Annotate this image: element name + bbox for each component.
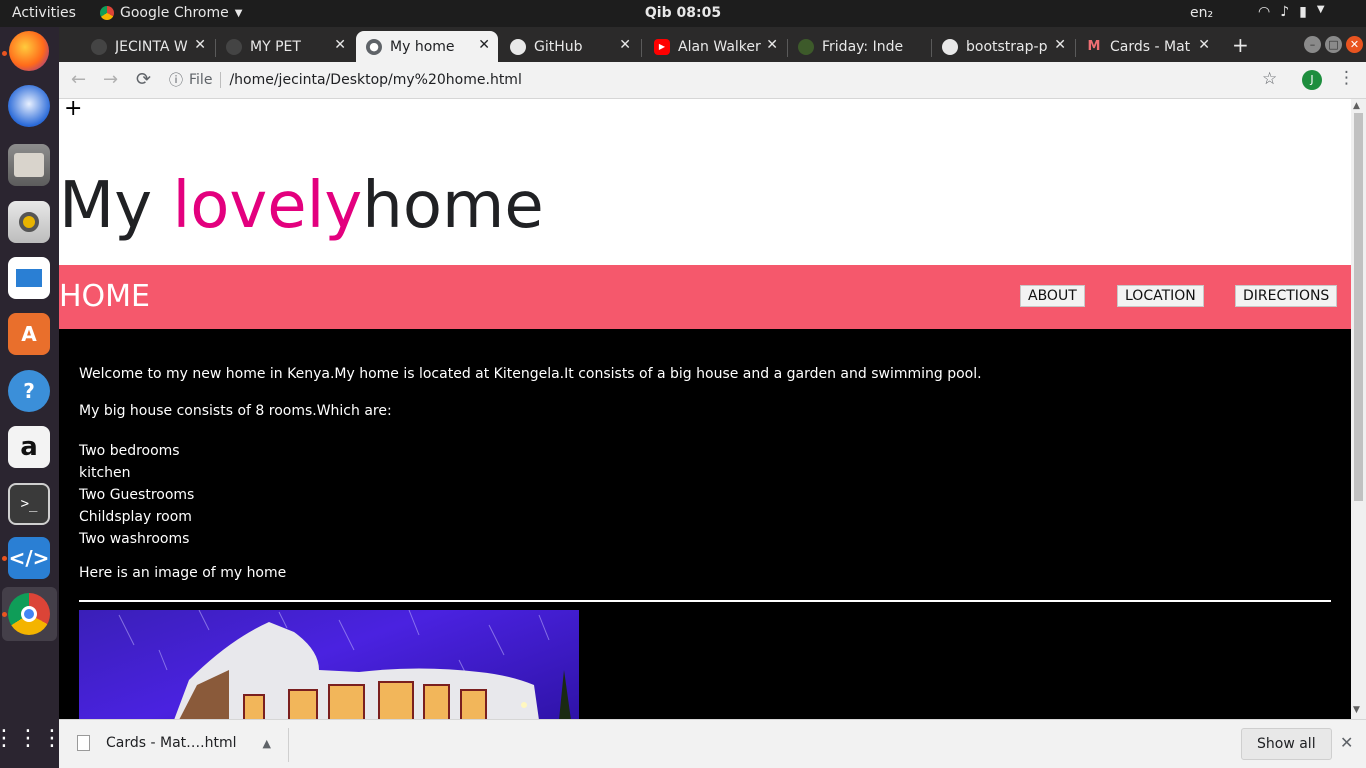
input-language[interactable]: en₂ <box>1190 5 1213 21</box>
terminal-icon[interactable]: >_ <box>8 483 50 525</box>
home-image <box>79 610 579 719</box>
scroll-down-arrow-icon[interactable]: ▼ <box>1353 705 1360 715</box>
chevron-down-icon: ▼ <box>1316 4 1325 15</box>
plus-text: + <box>64 99 83 121</box>
download-file-name: Cards - Mat….html <box>106 735 237 751</box>
running-indicator <box>2 51 7 56</box>
divider <box>288 728 289 762</box>
close-icon[interactable]: ✕ <box>194 37 206 53</box>
show-apps-icon[interactable]: ⋮⋮⋮ <box>0 717 63 759</box>
rhythmbox-icon[interactable] <box>8 201 50 243</box>
running-indicator <box>2 556 7 561</box>
youtube-icon: ▶ <box>654 38 670 55</box>
show-all-button[interactable]: Show all <box>1241 728 1332 760</box>
github-icon <box>942 38 958 55</box>
back-button[interactable]: ← <box>71 69 86 90</box>
new-tab-button[interactable]: + <box>1232 33 1249 57</box>
close-icon[interactable]: ✕ <box>1340 733 1353 752</box>
address-toolbar: ← → ⟳ ⓘ File /home/jecinta/Desktop/my%20… <box>59 62 1366 99</box>
system-top-bar: Activities Google Chrome ▼ Qib 08:05 en₂… <box>0 0 1366 27</box>
amazon-icon[interactable]: a <box>8 426 50 468</box>
download-item[interactable]: Cards - Mat….html ▲ <box>77 735 271 751</box>
profile-avatar[interactable]: J <box>1302 70 1322 90</box>
site-navbar: HOME ABOUT LOCATION DIRECTIONS <box>59 265 1351 329</box>
close-window-button[interactable]: ✕ <box>1346 36 1363 53</box>
file-icon <box>77 735 90 751</box>
thunderbird-icon[interactable] <box>8 85 50 127</box>
scroll-up-arrow-icon[interactable]: ▲ <box>1353 101 1360 111</box>
github-icon <box>510 38 526 55</box>
help-icon[interactable]: ? <box>8 370 50 412</box>
nav-location-button[interactable]: LOCATION <box>1117 285 1204 307</box>
libreoffice-writer-icon[interactable] <box>8 257 50 299</box>
vscode-icon[interactable]: </> <box>8 537 50 579</box>
tab-bootstrap[interactable]: bootstrap-p ✕ <box>932 31 1074 62</box>
list-item: Childsplay room <box>79 509 192 525</box>
close-icon[interactable]: ✕ <box>619 37 631 53</box>
volume-icon: ♪ <box>1280 4 1290 20</box>
page-scrollbar[interactable]: ▲ ▼ <box>1351 99 1366 719</box>
page-favicon <box>226 38 242 55</box>
info-icon[interactable]: ⓘ <box>169 70 183 90</box>
page-favicon <box>798 38 814 55</box>
nav-directions-button[interactable]: DIRECTIONS <box>1235 285 1338 307</box>
rooms-list: Two bedrooms kitchen Two Guestrooms Chil… <box>79 440 194 550</box>
tab-my-home[interactable]: ● My home ✕ <box>356 31 498 62</box>
firefox-icon[interactable] <box>9 31 49 71</box>
battery-icon: ▮ <box>1299 4 1307 20</box>
list-item: kitchen <box>79 465 131 481</box>
url-protocol: File <box>189 72 222 88</box>
nav-about-button[interactable]: ABOUT <box>1020 285 1085 307</box>
software-center-icon[interactable]: A <box>8 313 50 355</box>
materialize-icon: M <box>1087 39 1101 54</box>
close-icon[interactable]: ✕ <box>478 37 490 53</box>
tab-jecinta[interactable]: JECINTA W ✕ <box>81 31 214 62</box>
running-indicator <box>2 612 7 617</box>
scrollbar-thumb[interactable] <box>1354 113 1363 501</box>
nav-home-link[interactable]: HOME <box>59 279 150 314</box>
dock: A ? a >_ </> ⋮⋮⋮ <box>0 27 63 768</box>
bookmark-star-icon[interactable]: ☆ <box>1262 69 1277 89</box>
tab-cards[interactable]: M Cards - Mat ✕ <box>1076 31 1218 62</box>
page-favicon <box>91 38 107 55</box>
rooms-intro: My big house consists of 8 rooms.Which a… <box>79 403 392 419</box>
wifi-icon: ◠ <box>1258 4 1271 20</box>
list-item: Two washrooms <box>79 531 190 547</box>
tab-separator <box>641 39 642 57</box>
image-caption: Here is an image of my home <box>79 565 287 581</box>
browser-tab-strip: JECINTA W ✕ MY PET ✕ ● My home ✕ GitHub … <box>59 27 1366 62</box>
close-icon[interactable]: ✕ <box>334 37 346 53</box>
maximize-button[interactable]: □ <box>1325 36 1342 53</box>
tab-alan-walker[interactable]: ▶ Alan Walker ✕ <box>644 31 786 62</box>
minimize-button[interactable]: – <box>1304 36 1321 53</box>
system-tray[interactable]: ◠ ♪ ▮ ▼ <box>1258 4 1325 20</box>
chrome-icon[interactable] <box>8 593 50 635</box>
download-bar: Cards - Mat….html ▲ Show all ✕ <box>59 719 1366 768</box>
tab-github[interactable]: GitHub ✕ <box>500 31 639 62</box>
list-item: Two bedrooms <box>79 443 180 459</box>
url-text[interactable]: /home/jecinta/Desktop/my%20home.html <box>229 72 521 88</box>
page-title: My lovelyhome <box>59 169 544 243</box>
divider <box>79 600 1331 602</box>
files-icon[interactable] <box>8 144 50 186</box>
chrome-menu-icon[interactable]: ⋮ <box>1338 68 1355 88</box>
tab-my-pet[interactable]: MY PET ✕ <box>216 31 354 62</box>
close-icon[interactable]: ✕ <box>1198 37 1210 53</box>
list-item: Two Guestrooms <box>79 487 195 503</box>
tab-friday[interactable]: Friday: Inde <box>788 31 930 62</box>
intro-paragraph: Welcome to my new home in Kenya.My home … <box>79 366 982 382</box>
reload-button[interactable]: ⟳ <box>136 69 151 90</box>
globe-icon: ● <box>366 38 382 55</box>
close-icon[interactable]: ✕ <box>1054 37 1066 53</box>
chevron-up-icon[interactable]: ▲ <box>246 737 270 750</box>
close-icon[interactable]: ✕ <box>766 37 778 53</box>
forward-button[interactable]: → <box>103 69 118 90</box>
page-viewport: + My lovelyhome HOME ABOUT LOCATION DIRE… <box>59 99 1351 719</box>
clock[interactable]: Qib 08:05 <box>0 5 1366 21</box>
omnibox[interactable]: ⓘ File /home/jecinta/Desktop/my%20home.h… <box>169 66 1259 94</box>
main-content: Welcome to my new home in Kenya.My home … <box>59 329 1351 719</box>
house-illustration <box>118 610 571 719</box>
title-accent: lovely <box>172 169 363 243</box>
